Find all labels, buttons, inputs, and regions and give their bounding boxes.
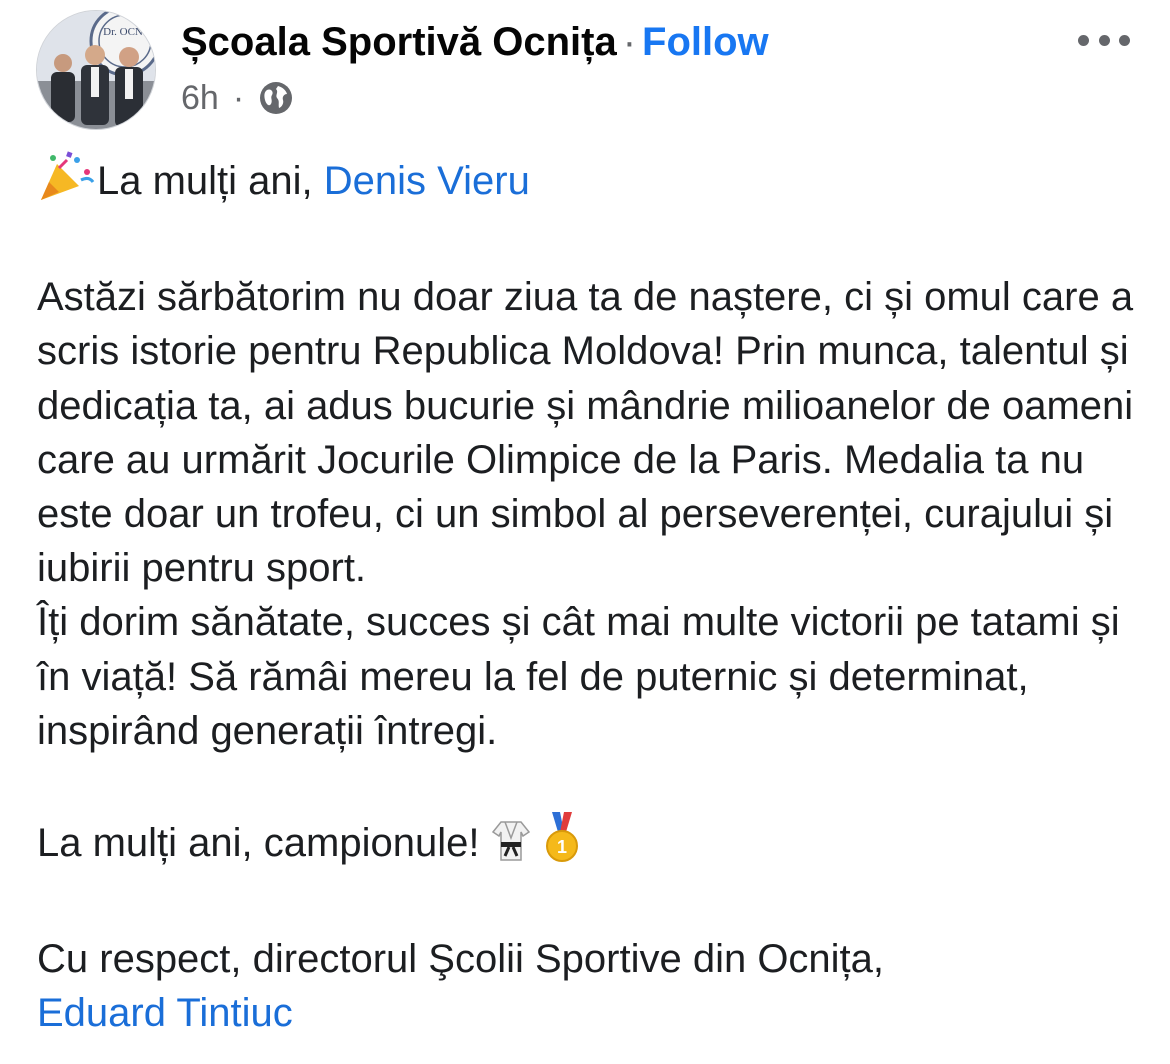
greeting-text: La mulți ani, [97,159,324,203]
tagged-user-eduard-tintiuc[interactable]: Eduard Tintiuc [37,991,293,1035]
signature-text: Cu respect, directorul Şcolii Sportive d… [37,937,885,982]
first-place-medal-icon: 1 [542,812,582,878]
page-name-link[interactable]: Școala Sportivă Ocnița [181,20,617,64]
greeting-line: La mulți ani, Denis Vieru [37,150,1137,216]
closing-line: La mulți ani, campionule! 1 [37,812,1137,878]
post-meta: 6h · [181,78,294,118]
page-avatar[interactable]: Dr. OCN [36,10,156,130]
meta-separator: · [232,79,245,117]
globe-icon[interactable] [258,80,294,116]
post-body: La mulți ani, Denis Vieru Astăzi sărbăto… [37,150,1137,1041]
more-options-icon[interactable] [1078,30,1130,50]
party-popper-icon [37,150,97,216]
post-header: Școala Sportivă Ocnița · Follow [181,16,769,68]
signature-line: Eduard Tintiuc [37,986,1137,1040]
header-separator: · [622,20,637,64]
avatar-logo-text: Dr. OCN [103,26,143,38]
follow-button[interactable]: Follow [642,20,769,64]
paragraph-2: Îți dorim sănătate, succes și cât mai mu… [37,600,1120,753]
paragraph-1: Astăzi sărbătorim nu doar ziua ta de naș… [37,275,1134,591]
avatar-photo: Dr. OCN [37,11,155,129]
svg-text:1: 1 [557,837,567,857]
tagged-user-denis-vieru[interactable]: Denis Vieru [324,159,530,203]
closing-text: La mulți ani, campionule! [37,821,491,866]
post-timestamp[interactable]: 6h [181,78,219,118]
martial-arts-uniform-icon [491,818,531,878]
